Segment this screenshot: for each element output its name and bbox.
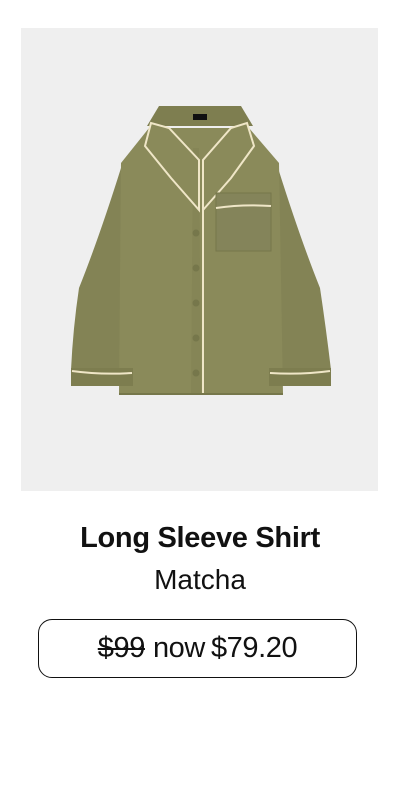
brand-tag: [193, 114, 207, 120]
product-color: Matcha: [154, 564, 246, 595]
price-button[interactable]: $99 now $79.20: [38, 619, 357, 678]
pocket: [215, 192, 272, 252]
button-1: [192, 229, 200, 237]
button-5: [192, 369, 200, 377]
right-cuff: [269, 368, 331, 386]
original-price: $99: [97, 632, 146, 664]
left-cuff: [71, 368, 133, 386]
button-2: [192, 264, 200, 272]
product-card[interactable]: Long Sleeve Shirt Matcha $99 now $79.20: [0, 0, 400, 786]
sale-price: $79.20: [210, 632, 298, 664]
shirt-illustration: [71, 106, 331, 395]
product-title[interactable]: Long Sleeve Shirt: [0, 519, 400, 557]
now-label: now: [152, 632, 205, 664]
button-3: [192, 299, 200, 307]
shirt-body: [119, 128, 283, 394]
button-4: [192, 334, 200, 342]
product-image[interactable]: [21, 28, 378, 491]
